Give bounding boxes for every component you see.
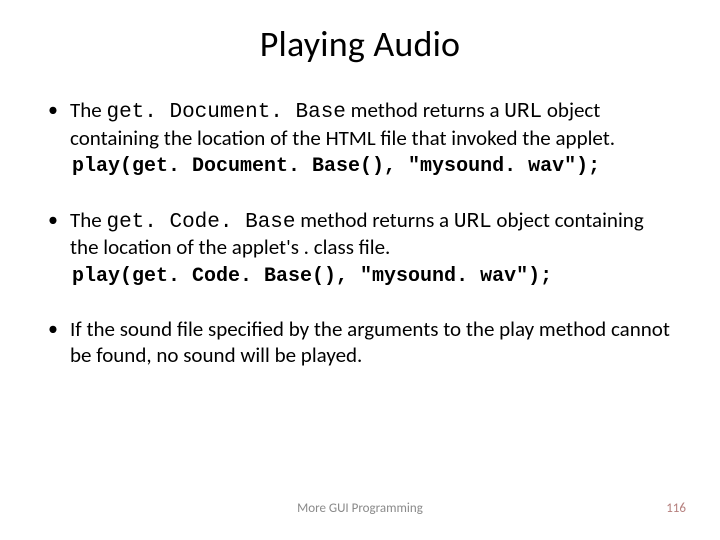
inline-code: URL [504,101,542,124]
bullet-item: If the sound file specified by the argum… [48,317,672,368]
inline-code: URL [454,211,492,234]
bullet-item: The get. Code. Base method returns a URL… [48,208,672,290]
footer-center: More GUI Programming [0,501,720,516]
bullet-list: The get. Document. Base method returns a… [48,98,672,368]
code-line: play(get. Code. Base(), "mysound. wav"); [72,265,672,289]
code-line: play(get. Document. Base(), "mysound. wa… [72,155,672,179]
slide-title: Playing Audio [0,0,720,76]
text: If the sound file specified by the argum… [70,316,670,368]
footer-page-number: 116 [666,501,686,516]
inline-code: get. Document. Base [106,101,345,124]
slide-body: The get. Document. Base method returns a… [0,76,720,368]
inline-code: get. Code. Base [106,211,295,234]
text: The [70,97,106,123]
text: method returns a [346,97,504,123]
slide: Playing Audio The get. Document. Base me… [0,0,720,540]
text: method returns a [296,207,454,233]
text: The [70,207,106,233]
bullet-item: The get. Document. Base method returns a… [48,98,672,180]
